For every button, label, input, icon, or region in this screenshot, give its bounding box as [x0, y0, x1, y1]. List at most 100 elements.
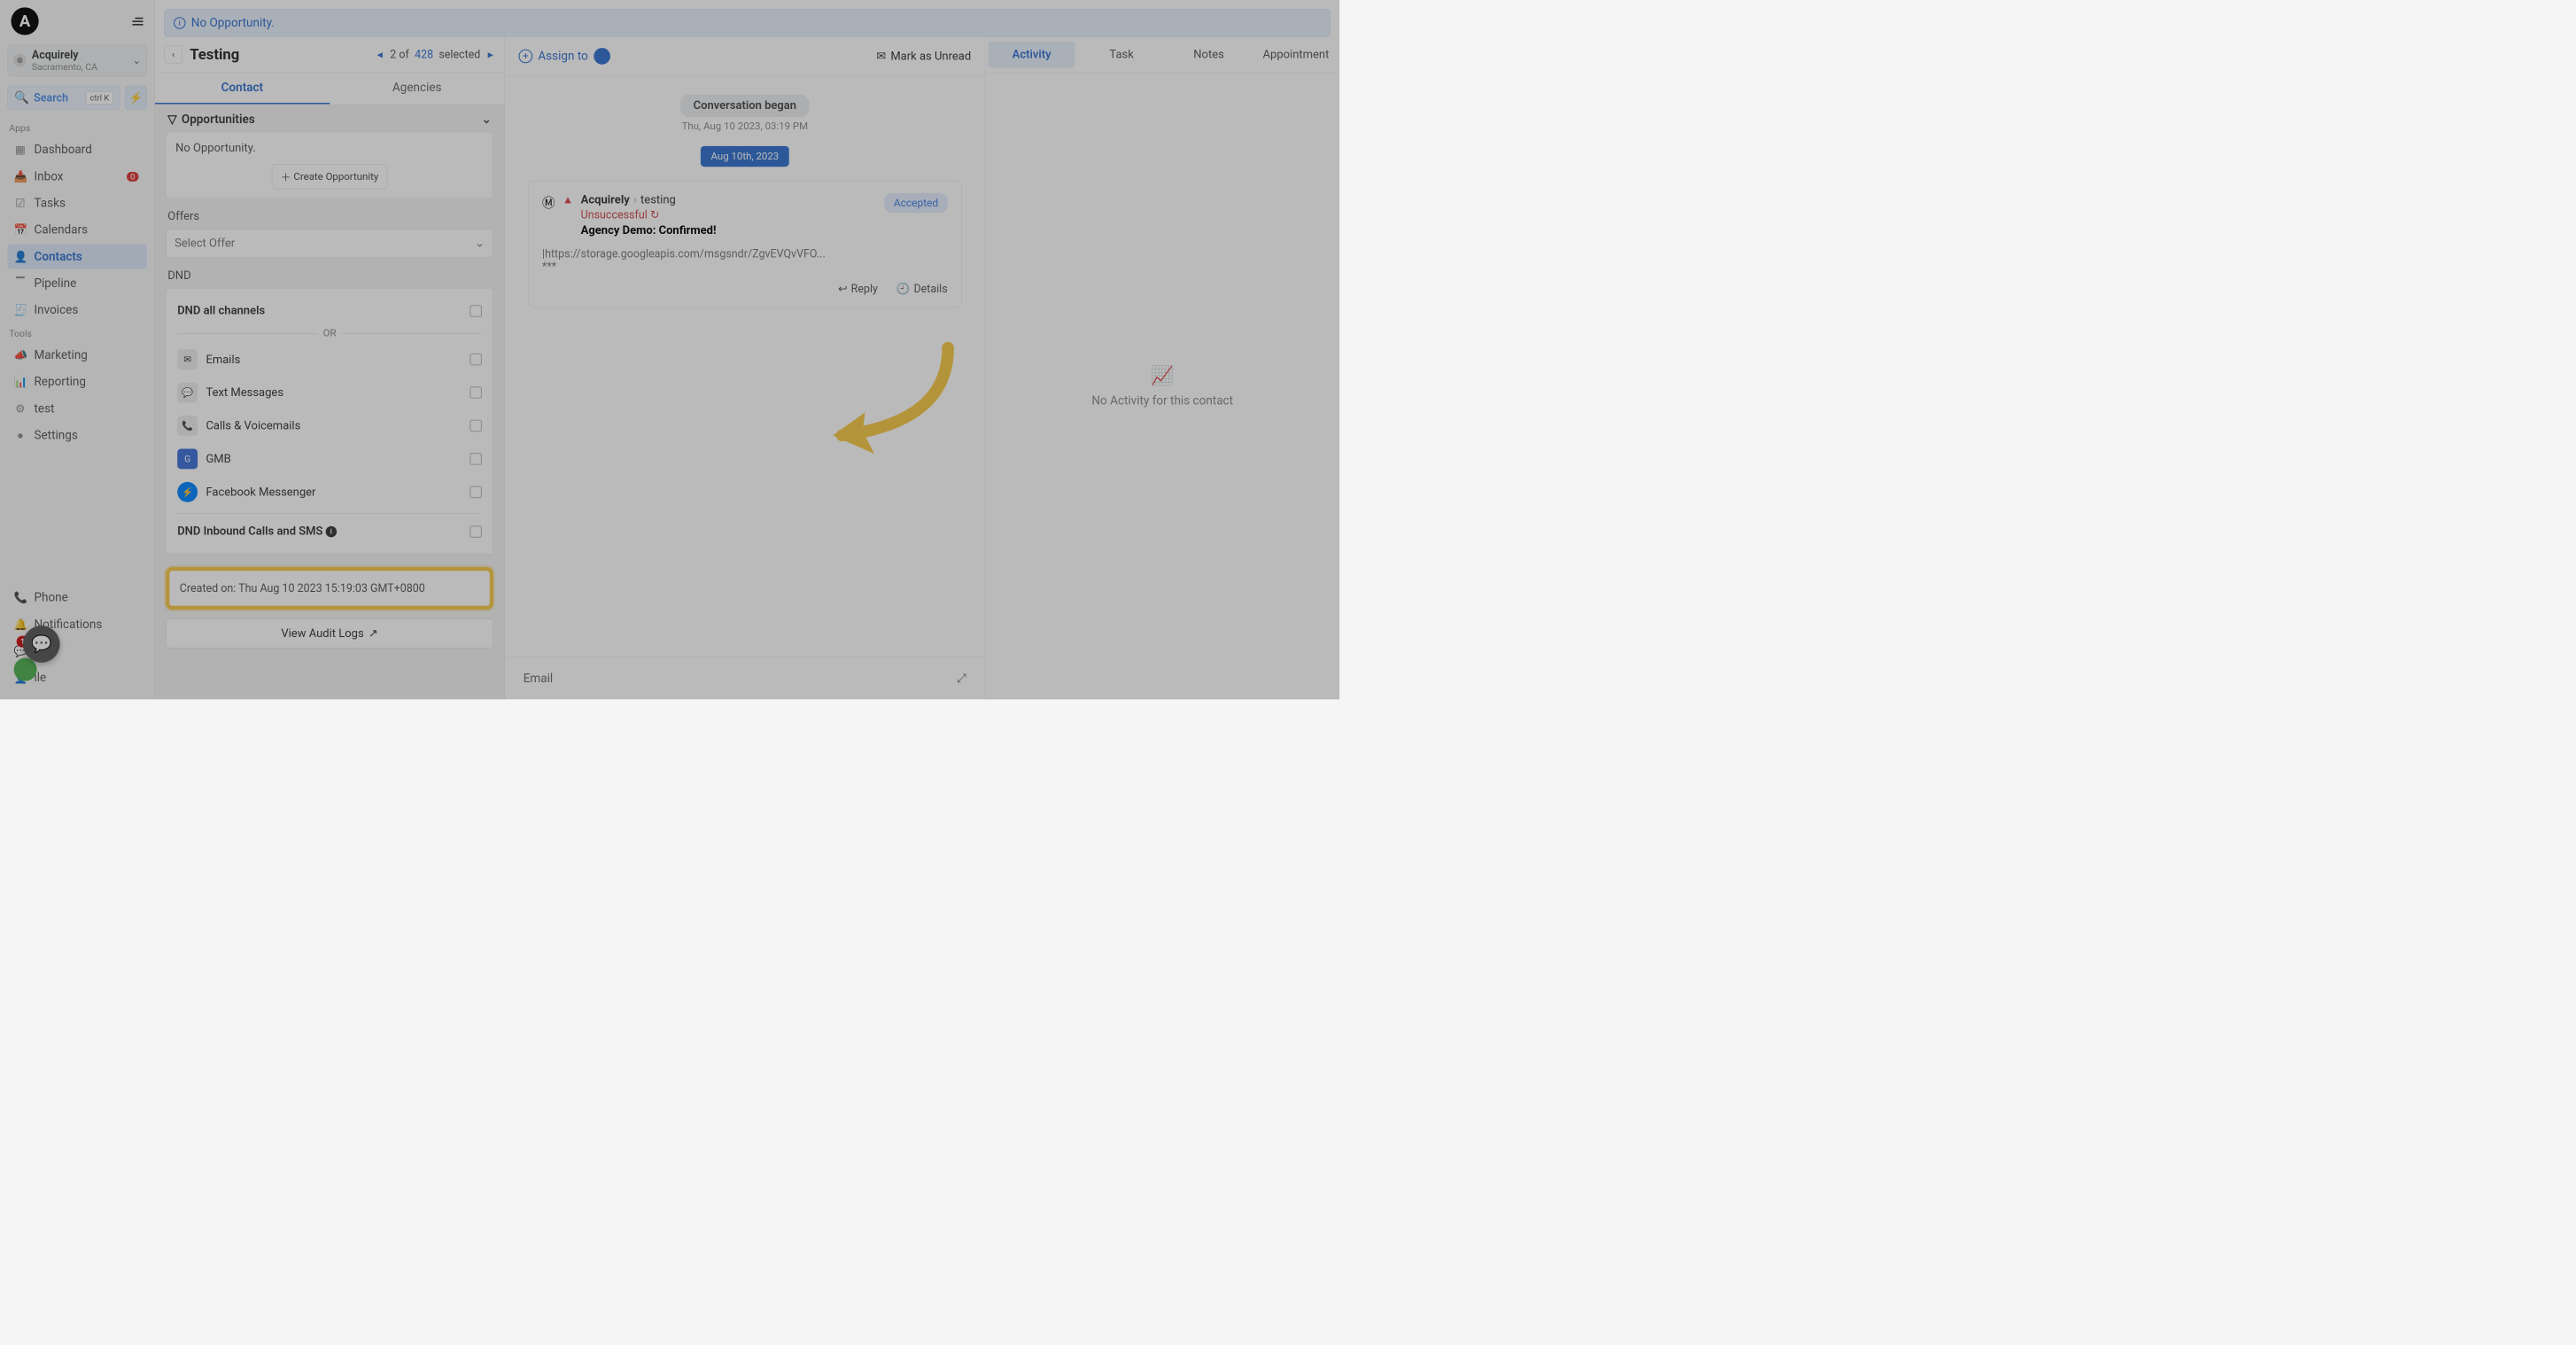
phone-voicemail-icon: 📞	[177, 416, 198, 436]
menu-toggle-icon[interactable]	[132, 18, 143, 26]
activity-empty-text: No Activity for this contact	[1091, 393, 1233, 408]
chevron-down-icon: ⌄	[475, 237, 485, 251]
tasks-icon: ☑	[14, 197, 27, 210]
search-label: Search	[34, 91, 81, 105]
nav-marketing[interactable]: 📣Marketing	[7, 343, 147, 368]
assignee-avatar	[594, 48, 610, 65]
dnd-gmb-checkbox[interactable]	[469, 453, 482, 465]
gear-icon: ⚙	[14, 402, 27, 416]
plus-circle-icon: +	[519, 50, 533, 64]
pager: ◂ 2 of 428 selected ▸	[376, 48, 495, 61]
gmb-icon: G	[177, 448, 198, 469]
expand-icon[interactable]: ⤢	[957, 672, 966, 686]
nav-invoices[interactable]: 🧾Invoices	[7, 298, 147, 323]
created-on-card: Created on: Thu Aug 10 2023 15:19:03 GMT…	[166, 567, 493, 610]
annotation-arrow	[814, 338, 961, 460]
calendar-icon: 📅	[14, 223, 27, 237]
info-icon[interactable]: i	[326, 526, 337, 537]
pager-total[interactable]: 428	[415, 48, 433, 61]
chat-widget[interactable]: 💬	[23, 626, 60, 663]
message-card: Ⓜ ▲ Acquirely›testing Unsuccessful ↻ Age…	[528, 181, 962, 308]
dnd-text-checkbox[interactable]	[469, 386, 482, 399]
search-button[interactable]: 🔍 Search ctrl K	[7, 86, 120, 110]
sidebar: A ◎ Acquirely Sacramento, CA ⌄ 🔍 Search …	[0, 0, 155, 699]
contact-panel: ‹ Testing ◂ 2 of 428 selected ▸ Contact …	[155, 37, 505, 700]
dnd-fb-checkbox[interactable]	[469, 486, 482, 499]
nav-pipeline[interactable]: ▔Pipeline	[7, 271, 147, 296]
dnd-inbound-label: DND Inbound Calls and SMS	[177, 525, 322, 538]
nav-test[interactable]: ⚙test	[7, 396, 147, 421]
dashboard-icon: ▦	[14, 144, 27, 157]
create-opportunity-button[interactable]: ＋ Create Opportunity	[272, 164, 387, 189]
nav-dashboard[interactable]: ▦Dashboard	[7, 137, 147, 162]
tab-contact[interactable]: Contact	[155, 73, 330, 105]
message-status: Unsuccessful ↻	[581, 208, 878, 222]
dnd-all-label: DND all channels	[177, 304, 265, 317]
dnd-heading: DND	[167, 269, 493, 283]
pipeline-icon: ▔	[14, 277, 27, 291]
status-indicator	[14, 658, 37, 681]
megaphone-icon: 📣	[14, 349, 27, 362]
alert-text: No Opportunity.	[191, 16, 275, 30]
nav-calendars[interactable]: 📅Calendars	[7, 217, 147, 242]
nav-inbox[interactable]: 📥Inbox0	[7, 164, 147, 189]
accepted-badge: Accepted	[884, 193, 947, 213]
nav-contacts[interactable]: 👤Contacts	[7, 245, 147, 269]
inbox-badge: 0	[127, 172, 139, 182]
dnd-card: DND all channels OR ✉Emails 💬Text Messag…	[166, 288, 493, 555]
logo: A	[11, 7, 38, 35]
reply-icon: ↩	[838, 283, 847, 296]
messenger-icon: ⚡	[177, 482, 198, 502]
nav-tasks[interactable]: ☑Tasks	[7, 190, 147, 215]
refresh-icon[interactable]: ↻	[650, 208, 659, 222]
no-opportunity-text: No Opportunity.	[175, 142, 484, 155]
opportunities-card: No Opportunity. ＋ Create Opportunity	[166, 132, 493, 198]
dnd-emails-checkbox[interactable]	[469, 354, 482, 366]
tab-appointment[interactable]: Appointment	[1253, 37, 1339, 73]
search-shortcut: ctrl K	[86, 91, 113, 105]
gmail-icon: Ⓜ	[542, 193, 555, 212]
offer-select[interactable]: Select Offer ⌄	[166, 229, 493, 258]
tab-task[interactable]: Task	[1078, 37, 1165, 73]
dnd-all-checkbox[interactable]	[469, 305, 482, 317]
created-on-text: Created on: Thu Aug 10 2023 15:19:03 GMT…	[180, 582, 480, 595]
conversation-panel: + Assign to ✉ Mark as Unread Conversatio…	[505, 37, 985, 700]
activity-empty-icon: 📈	[1151, 365, 1174, 386]
pager-prev[interactable]: ◂	[376, 48, 384, 61]
mark-unread-button[interactable]: ✉ Mark as Unread	[876, 50, 971, 64]
nav-settings[interactable]: ●Settings	[7, 423, 147, 447]
assign-to-button[interactable]: + Assign to	[519, 48, 610, 65]
tab-activity[interactable]: Activity	[988, 42, 1075, 68]
clock-icon: 🕘	[896, 283, 911, 296]
view-audit-logs-button[interactable]: View Audit Logs ↗	[166, 618, 493, 648]
compose-footer[interactable]: Email ⤢	[505, 657, 985, 700]
envelope-icon: ✉	[876, 50, 886, 64]
reply-button[interactable]: ↩Reply	[838, 283, 878, 296]
opportunities-heading: Opportunities	[182, 113, 255, 127]
pager-next[interactable]: ▸	[486, 48, 495, 61]
funnel-icon: ▽	[167, 113, 176, 127]
tab-agencies[interactable]: Agencies	[330, 73, 504, 105]
account-switcher[interactable]: ◎ Acquirely Sacramento, CA ⌄	[7, 44, 147, 76]
chevron-down-icon[interactable]: ⌄	[482, 113, 492, 127]
dnd-calls-checkbox[interactable]	[469, 420, 482, 432]
details-button[interactable]: 🕘Details	[896, 283, 948, 296]
contact-title: Testing	[190, 45, 375, 63]
external-link-icon: ↗	[369, 626, 378, 641]
warning-icon: ▲	[563, 193, 573, 206]
nav-phone[interactable]: 📞Phone	[7, 585, 147, 610]
conversation-began-pill: Conversation began	[680, 95, 810, 117]
account-name: Acquirely	[32, 49, 127, 62]
contacts-icon: 👤	[14, 250, 27, 263]
nav-reporting[interactable]: 📊Reporting	[7, 369, 147, 394]
dnd-inbound-checkbox[interactable]	[469, 525, 482, 538]
back-button[interactable]: ‹	[164, 45, 182, 64]
quick-action-button[interactable]: ⚡	[125, 86, 147, 110]
tab-notes[interactable]: Notes	[1165, 37, 1252, 73]
chart-icon: 📊	[14, 376, 27, 389]
settings-icon: ●	[14, 429, 27, 442]
search-icon: 🔍	[14, 90, 29, 105]
section-tools: Tools	[9, 328, 146, 338]
plus-icon: ＋	[281, 169, 291, 184]
message-body: |https://storage.googleapis.com/msgsndr/…	[542, 247, 948, 273]
